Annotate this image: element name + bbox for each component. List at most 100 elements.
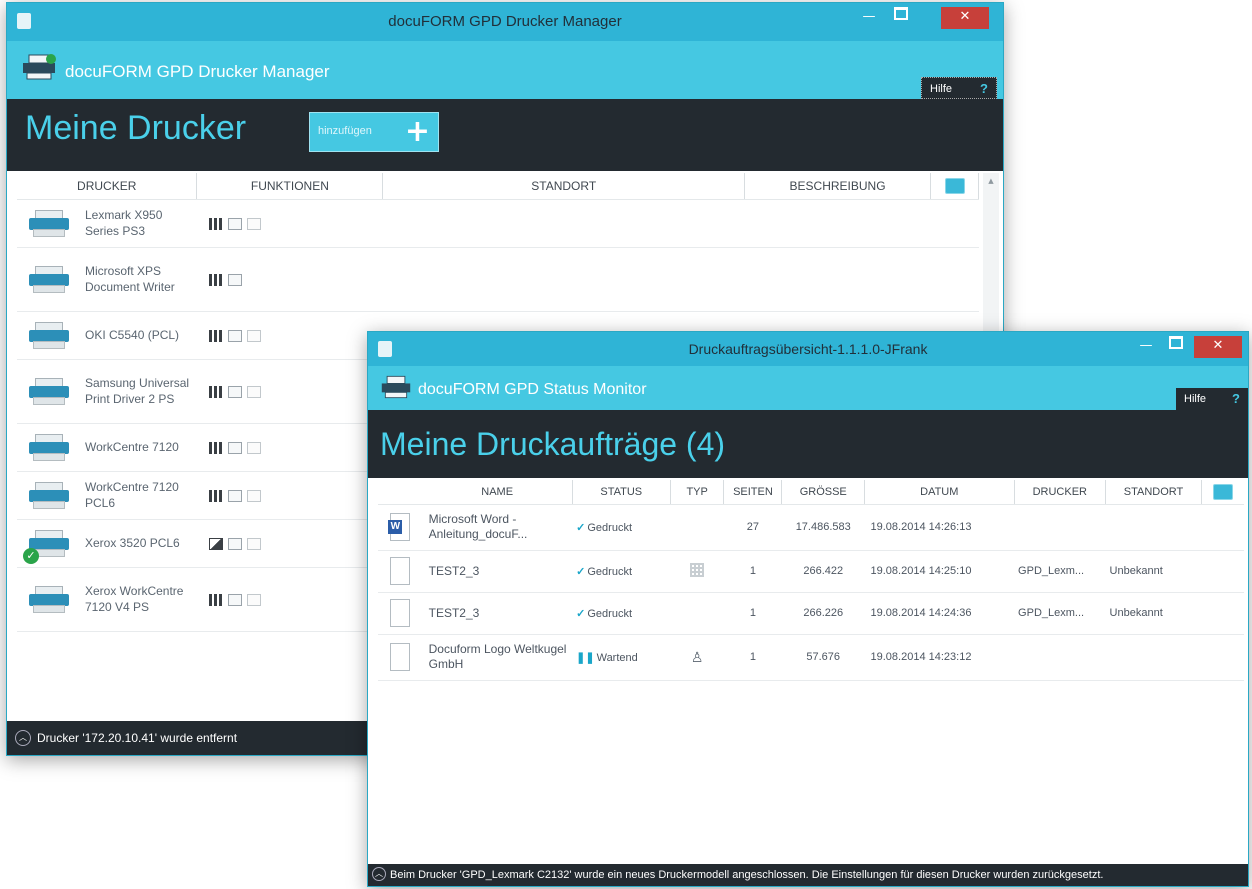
maximize-button[interactable] bbox=[887, 7, 915, 29]
job-status-label: Wartend bbox=[596, 651, 638, 664]
printer-cell: Samsung Universal Print Driver 2 PS bbox=[17, 359, 197, 424]
expand-up-icon[interactable]: ︿ bbox=[372, 867, 386, 881]
help-button[interactable]: Hilfe? bbox=[921, 77, 997, 99]
job-size: 17.486.583 bbox=[781, 504, 865, 551]
column-header-status[interactable]: STATUS bbox=[572, 480, 671, 505]
printer-icon-cell bbox=[17, 320, 81, 350]
function-page2-icon bbox=[246, 441, 261, 454]
printer-functions bbox=[196, 471, 383, 520]
job-location: Unbekannt bbox=[1105, 550, 1202, 593]
function-bars-icon bbox=[208, 273, 223, 286]
plus-icon: + bbox=[404, 114, 430, 149]
function-page-icon bbox=[227, 593, 242, 606]
job-status: ❚❚ Wartend bbox=[572, 634, 671, 681]
check-icon: ✓ bbox=[576, 521, 586, 534]
printer-row[interactable]: Microsoft XPS Document Writer bbox=[17, 247, 979, 312]
minimize-button[interactable]: — bbox=[855, 7, 883, 29]
printer-location bbox=[382, 247, 745, 312]
column-header-funktionen[interactable]: FUNKTIONEN bbox=[196, 173, 384, 200]
column-settings-icon[interactable] bbox=[1213, 483, 1233, 500]
printer-name: WorkCentre 7120 bbox=[85, 440, 179, 454]
job-row[interactable]: Docuform Logo Weltkugel GmbH ❚❚ Wartend ♙… bbox=[378, 634, 1244, 681]
printer-icon-cell: ✓ bbox=[17, 528, 81, 564]
column-header-datum[interactable]: DATUM bbox=[864, 480, 1015, 505]
job-location bbox=[1105, 504, 1202, 551]
column-settings-icon[interactable] bbox=[944, 177, 965, 194]
printer-logo-icon bbox=[23, 54, 56, 80]
job-status-label: Gedruckt bbox=[587, 607, 633, 620]
job-size: 57.676 bbox=[781, 634, 865, 681]
table-header: DRUCKER FUNKTIONEN STANDORT BESCHREIBUNG bbox=[17, 173, 979, 200]
column-header-seiten[interactable]: SEITEN bbox=[723, 480, 783, 505]
window-title: docuFORM GPD Drucker Manager bbox=[388, 13, 622, 30]
column-header-beschreibung[interactable]: BESCHREIBUNG bbox=[744, 173, 931, 200]
printer-functions bbox=[196, 423, 383, 472]
job-printer: GPD_Lexm... bbox=[1014, 550, 1106, 593]
word-doc-icon bbox=[388, 513, 411, 541]
column-header-name[interactable]: NAME bbox=[422, 480, 573, 505]
function-page2-icon bbox=[246, 329, 261, 342]
status-message: Drucker '172.20.10.41' wurde entfernt bbox=[37, 731, 238, 745]
job-date: 19.08.2014 14:23:12 bbox=[864, 634, 1015, 681]
job-status: ✓ Gedruckt bbox=[572, 592, 671, 635]
printer-icon bbox=[27, 480, 71, 510]
job-status: ✓ Gedruckt bbox=[572, 550, 671, 593]
printer-functions bbox=[196, 247, 383, 312]
job-location: Unbekannt bbox=[1105, 592, 1202, 635]
column-header-typ[interactable]: TYP bbox=[670, 480, 725, 505]
job-icon-cell bbox=[378, 504, 423, 551]
title-bar[interactable]: docuFORM GPD Drucker Manager — ✕ bbox=[7, 3, 1003, 41]
function-page2-icon bbox=[246, 217, 261, 230]
function-page-icon bbox=[227, 329, 242, 342]
close-button[interactable]: ✕ bbox=[1194, 336, 1242, 358]
printer-row[interactable]: Lexmark X950 Series PS3 bbox=[17, 199, 979, 248]
job-row[interactable]: Microsoft Word - Anleitung_docuF... ✓Ged… bbox=[378, 504, 1244, 551]
app-banner: docuFORM GPD Status Monitor Hilfe? bbox=[368, 366, 1248, 410]
column-header-drucker[interactable]: DRUCKER bbox=[17, 173, 198, 200]
job-row[interactable]: TEST2_3 ✓ Gedruckt 1 266.226 19.08.2014 1… bbox=[378, 592, 1244, 635]
printer-name: Xerox WorkCentre 7120 V4 PS bbox=[85, 584, 184, 614]
page-title: Meine Drucker bbox=[25, 109, 247, 147]
printer-icon bbox=[27, 432, 71, 462]
column-settings[interactable] bbox=[1201, 480, 1244, 505]
maximize-button[interactable] bbox=[1162, 336, 1190, 358]
printer-icon bbox=[27, 584, 71, 614]
printer-icon bbox=[27, 208, 71, 238]
column-header-groesse[interactable]: GRÖSSE bbox=[781, 480, 866, 505]
printer-cell: Lexmark X950 Series PS3 bbox=[17, 199, 197, 248]
printer-cell: Xerox WorkCentre 7120 V4 PS bbox=[17, 567, 197, 632]
job-icon-cell bbox=[378, 550, 423, 593]
add-printer-button[interactable]: hinzufügen + bbox=[309, 112, 439, 152]
printer-icon bbox=[27, 320, 71, 350]
job-pages: 27 bbox=[723, 504, 782, 551]
jobs-table: NAME STATUS TYP SEITEN GRÖSSE DATUM DRUC… bbox=[378, 480, 1244, 681]
column-header-standort[interactable]: STANDORT bbox=[382, 173, 746, 200]
job-status-label: Gedruckt bbox=[587, 521, 633, 534]
expand-up-icon[interactable]: ︿ bbox=[15, 730, 31, 746]
printer-functions bbox=[196, 359, 383, 424]
column-header-standort[interactable]: STANDORT bbox=[1105, 480, 1203, 505]
minimize-button[interactable]: — bbox=[1132, 336, 1160, 358]
job-extra bbox=[1201, 592, 1244, 635]
title-bar[interactable]: Druckauftragsübersicht-1.1.1.0-JFrank — … bbox=[368, 332, 1248, 366]
close-button[interactable]: ✕ bbox=[941, 7, 989, 29]
help-icon: ? bbox=[980, 81, 988, 96]
column-header-drucker[interactable]: DRUCKER bbox=[1014, 480, 1107, 505]
printer-name: Lexmark X950 Series PS3 bbox=[85, 208, 163, 238]
page-title: Meine Druckaufträge (4) bbox=[380, 426, 726, 462]
job-row[interactable]: TEST2_3 ✓ Gedruckt 1 266.422 19.08.2014 1… bbox=[378, 550, 1244, 593]
function-page-icon bbox=[227, 273, 242, 286]
printer-cell: ✓ Xerox 3520 PCL6 bbox=[17, 519, 197, 568]
window-title: Druckauftragsübersicht-1.1.1.0-JFrank bbox=[688, 341, 928, 357]
job-extra bbox=[1201, 504, 1244, 551]
printer-icon bbox=[27, 264, 71, 294]
printer-icon-cell bbox=[17, 479, 81, 511]
help-button[interactable]: Hilfe? bbox=[1176, 388, 1248, 410]
column-settings[interactable] bbox=[930, 173, 979, 200]
printer-extra bbox=[930, 199, 979, 248]
job-size: 266.422 bbox=[781, 550, 865, 593]
printer-name: WorkCentre 7120 PCL6 bbox=[85, 480, 179, 510]
printer-name: Microsoft XPS Document Writer bbox=[85, 264, 175, 294]
job-pages: 1 bbox=[723, 550, 782, 593]
job-name: Docuform Logo Weltkugel GmbH bbox=[422, 634, 573, 681]
